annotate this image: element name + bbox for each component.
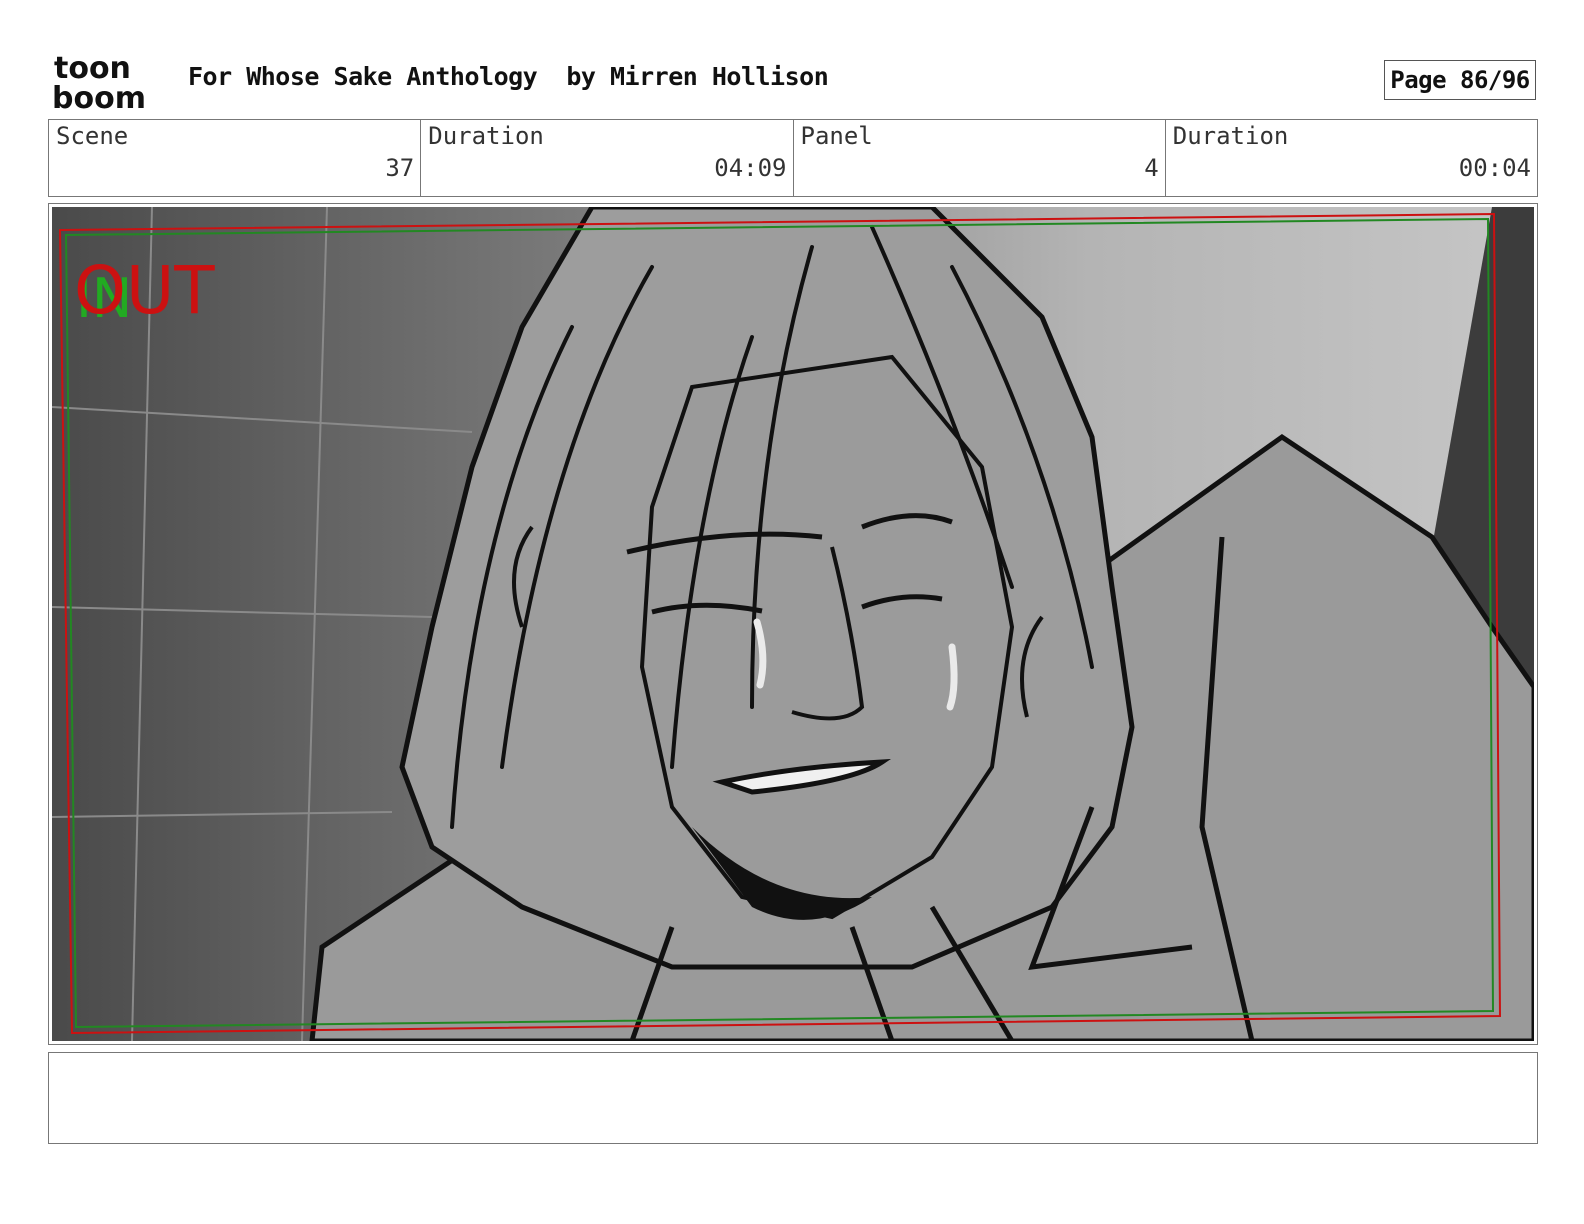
page-number: Page 86/96 (1384, 60, 1536, 100)
panel-duration-label: Duration (1172, 122, 1289, 150)
storyboard-panel-drawing: IN OUT (52, 207, 1534, 1041)
scene-duration-label: Duration (428, 122, 544, 150)
scene-label: Scene (56, 122, 129, 150)
tear-right (946, 643, 958, 711)
toonboom-logo: toon boom (52, 50, 164, 116)
scene-info-row: Scene 37 Duration 04:09 Panel 4 Duration… (48, 119, 1538, 197)
panel-duration-cell: Duration 00:04 (1166, 120, 1537, 196)
scene-duration-value: 04:09 (714, 154, 787, 182)
toonboom-logo-icon: toon boom (52, 51, 146, 116)
out-label: OUT (74, 252, 215, 329)
scene-value: 37 (385, 154, 415, 182)
panel-duration-value: 00:04 (1458, 154, 1531, 182)
panel-label: Panel (800, 122, 873, 150)
document-title: For Whose Sake Anthology by Mirren Holli… (188, 62, 829, 91)
panel-notes-box[interactable] (48, 1052, 1538, 1144)
scene-duration-cell: Duration 04:09 (421, 120, 794, 196)
logo-text-bottom: boom (52, 81, 146, 112)
panel-value: 4 (1144, 154, 1159, 182)
scene-cell: Scene 37 (49, 120, 422, 196)
panel-cell: Panel 4 (794, 120, 1166, 196)
